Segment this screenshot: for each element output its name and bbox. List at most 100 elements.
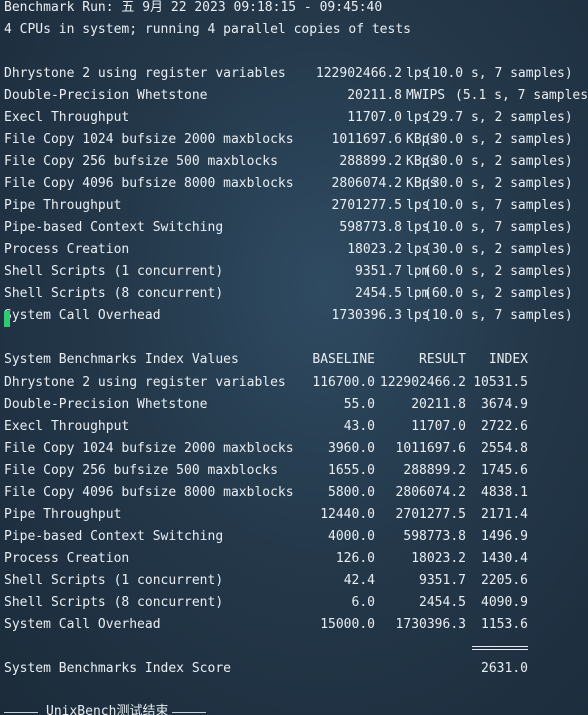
index-row: System Call Overhead 15000.0 1730396.3 1153… [0, 615, 588, 635]
result-value: 288899.2 [403, 463, 466, 478]
test-value: 122902466.2 [315, 66, 402, 81]
baseline-value: 42.4 [343, 573, 375, 588]
test-name: Dhrystone 2 using register variables [4, 66, 286, 81]
result-row: File Copy 1024 bufsize 2000 maxblocks 101… [0, 130, 588, 150]
baseline-value: 15000.0 [320, 617, 375, 632]
test-name: Execl Throughput [4, 110, 130, 125]
test-detail: (29.7 s, 2 samples) [424, 110, 573, 125]
result-row: Pipe Throughput 2701277.5 lps (10.0 s, 7 sa… [0, 196, 588, 216]
test-detail: (10.0 s, 7 samples) [424, 198, 573, 213]
index-row: Double-Precision Whetstone 55.0 20211.8 367… [0, 395, 588, 415]
index-value: 2205.6 [481, 573, 528, 588]
test-value: 2806074.2 [331, 176, 402, 191]
test-value: 20211.8 [347, 88, 402, 103]
test-name: File Copy 256 bufsize 500 maxblocks [4, 154, 278, 169]
index-value: 1745.6 [481, 463, 528, 478]
test-name: File Copy 4096 bufsize 8000 maxblocks [4, 176, 294, 191]
baseline-value: 116700.0 [312, 375, 375, 390]
test-name: Process Creation [4, 242, 130, 257]
baseline-value: 6.0 [351, 595, 375, 610]
index-test-name: File Copy 4096 bufsize 8000 maxblocks [4, 485, 294, 500]
index-value: 2722.6 [481, 419, 528, 434]
test-value: 2701277.5 [331, 198, 402, 213]
test-name: Shell Scripts (8 concurrent) [4, 286, 224, 301]
result-value: 122902466.2 [379, 375, 466, 390]
index-test-name: Shell Scripts (8 concurrent) [4, 595, 224, 610]
footer-text: UnixBench测试结束 [46, 704, 169, 715]
index-test-name: Double-Precision Whetstone [4, 397, 208, 412]
index-row: File Copy 4096 bufsize 8000 maxblocks 580… [0, 483, 588, 503]
result-value: 20211.8 [411, 397, 466, 412]
index-table-title: System Benchmarks Index Values [4, 352, 239, 367]
result-value: 2454.5 [419, 595, 466, 610]
test-detail: (30.0 s, 2 samples) [424, 242, 573, 257]
index-row: File Copy 256 bufsize 500 maxblocks 1655.… [0, 461, 588, 481]
terminal-window[interactable]: Benchmark Run: 五 9月 22 2023 09:18:15 - 0… [0, 0, 588, 715]
test-detail: (30.0 s, 2 samples) [424, 132, 573, 147]
result-row: File Copy 4096 bufsize 8000 maxblocks 280… [0, 174, 588, 194]
test-value: 11707.0 [347, 110, 402, 125]
index-value: 2171.4 [481, 507, 528, 522]
result-value: 9351.7 [419, 573, 466, 588]
index-score-row: System Benchmarks Index Score 2631.0 [0, 659, 588, 679]
footer-rule-right [172, 712, 206, 713]
index-test-name: Pipe-based Context Switching [4, 529, 224, 544]
index-row: Pipe-based Context Switching 4000.0 598773… [0, 527, 588, 547]
index-row: Process Creation 126.0 18023.2 1430.4 [0, 549, 588, 569]
test-name: Pipe Throughput [4, 198, 122, 213]
result-row: Execl Throughput 11707.0 lps (29.7 s, 2 sam… [0, 108, 588, 128]
index-row: File Copy 1024 bufsize 2000 maxblocks 396… [0, 439, 588, 459]
result-row: Dhrystone 2 using register variables 1229… [0, 64, 588, 84]
index-row: Pipe Throughput 12440.0 2701277.5 2171.4 [0, 505, 588, 525]
test-detail: (5.1 s, 7 samples) [455, 88, 588, 103]
test-value: 288899.2 [339, 154, 402, 169]
index-value: 4090.9 [481, 595, 528, 610]
test-name: Double-Precision Whetstone [4, 88, 208, 103]
index-test-name: File Copy 1024 bufsize 2000 maxblocks [4, 441, 294, 456]
baseline-value: 55.0 [343, 397, 375, 412]
test-detail: (10.0 s, 7 samples) [424, 66, 573, 81]
baseline-value: 5800.0 [328, 485, 375, 500]
result-row: System Call Overhead 1730396.3 lps (10.0 s,… [0, 306, 588, 326]
index-test-name: Process Creation [4, 551, 130, 566]
test-detail: (30.0 s, 2 samples) [424, 176, 573, 191]
column-index-header: INDEX [488, 352, 528, 367]
result-value: 598773.8 [403, 529, 466, 544]
index-test-name: Execl Throughput [4, 419, 130, 434]
index-score-value: 2631.0 [481, 661, 528, 676]
result-value: 2806074.2 [395, 485, 466, 500]
test-name: System Call Overhead [4, 308, 161, 323]
test-unit: MWIPS [406, 88, 446, 103]
index-table-header: System Benchmarks Index Values BASELINE … [0, 350, 588, 370]
result-row: Pipe-based Context Switching 598773.8 lps(… [0, 218, 588, 238]
result-row: Shell Scripts (1 concurrent) 9351.7 lpm (60… [0, 262, 588, 282]
index-test-name: System Call Overhead [4, 617, 161, 632]
test-detail: (60.0 s, 2 samples) [424, 286, 573, 301]
footer-rule-left [4, 712, 38, 713]
index-value: 1153.6 [481, 617, 528, 632]
index-value: 2554.8 [481, 441, 528, 456]
cpu-info-line: 4 CPUs in system; running 4 parallel cop… [4, 22, 411, 37]
index-value: 4838.1 [481, 485, 528, 500]
test-value: 598773.8 [339, 220, 402, 235]
column-result-header: RESULT [419, 352, 466, 367]
result-value: 1730396.3 [395, 617, 466, 632]
index-score-label: System Benchmarks Index Score [4, 661, 231, 676]
test-detail: (10.0 s, 7 samples) [424, 308, 573, 323]
score-separator-second [472, 649, 528, 650]
benchmark-run-line: Benchmark Run: 五 9月 22 2023 09:18:15 - 0… [4, 0, 383, 15]
test-value: 18023.2 [347, 242, 402, 257]
index-row: Execl Throughput 43.0 11707.0 2722.6 [0, 417, 588, 437]
baseline-value: 126.0 [335, 551, 375, 566]
index-row: Shell Scripts (8 concurrent) 6.0 2454.5 409… [0, 593, 588, 613]
result-value: 2701277.5 [395, 507, 466, 522]
index-value: 1430.4 [481, 551, 528, 566]
baseline-value: 1655.0 [328, 463, 375, 478]
score-separator [472, 646, 528, 647]
baseline-value: 3960.0 [328, 441, 375, 456]
test-name: Shell Scripts (1 concurrent) [4, 264, 224, 279]
test-name: Pipe-based Context Switching [4, 220, 224, 235]
index-test-name: File Copy 256 bufsize 500 maxblocks [4, 463, 278, 478]
baseline-value: 4000.0 [328, 529, 375, 544]
baseline-value: 12440.0 [320, 507, 375, 522]
